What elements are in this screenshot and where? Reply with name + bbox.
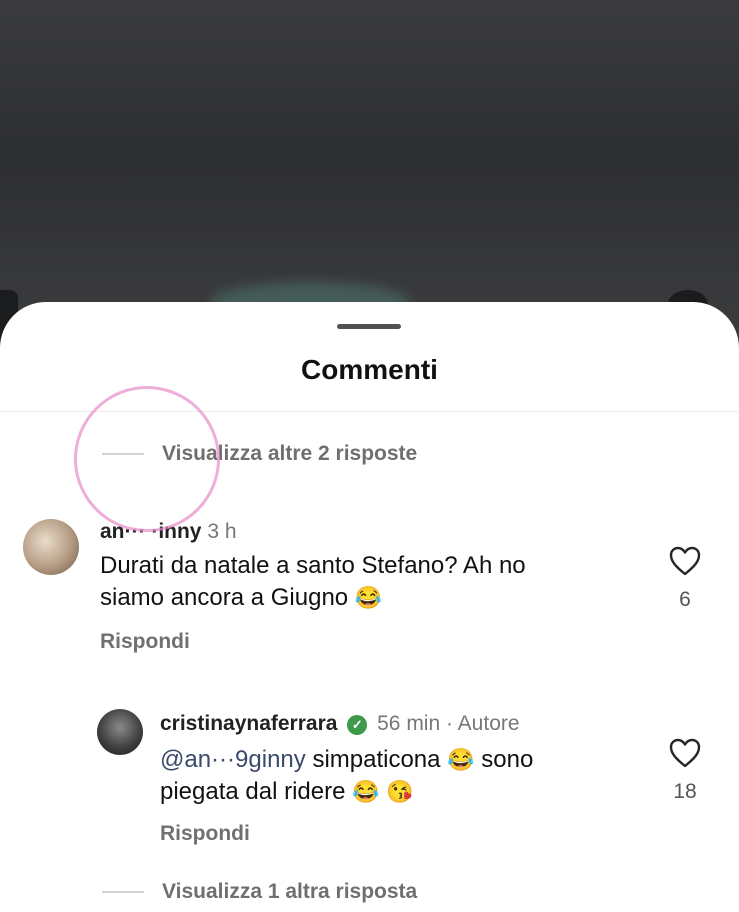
sheet-title: Commenti [301,354,438,385]
reply-button[interactable]: Rispondi [160,822,250,846]
heart-outline-icon [669,546,701,576]
mention-link[interactable]: @an···9ginny [160,746,306,773]
author-tag: · Autore [446,712,520,735]
sheet-drag-handle[interactable] [337,324,401,329]
view-more-replies-label: Visualizza 1 altra risposta [162,880,418,903]
laughing-emoji: 😂 [352,779,380,804]
comment-username[interactable]: cristinaynaferrara ✓ 56 min · Autore [160,712,520,736]
verified-badge-icon: ✓ [347,715,368,735]
comment-line-2: siamo ancora a Giugno 😂 [100,582,526,614]
avatar[interactable] [23,519,79,575]
like-button[interactable]: 18 [665,738,705,804]
like-count: 18 [673,780,697,803]
comment-line-2-text: siamo ancora a Giugno [100,584,349,611]
comment-line-2: piegata dal ridere 😂 😘 [160,776,533,808]
comment-text-part: simpaticona [312,746,441,773]
view-more-replies-bottom[interactable]: Visualizza 1 altra risposta [102,880,417,904]
comment-text: Durati da natale a santo Stefano? Ah no … [100,550,526,614]
like-button[interactable]: 6 [665,546,705,612]
replies-line [102,891,144,893]
comment-timestamp: 56 min [377,712,441,735]
laughing-emoji: 😂 [447,747,475,772]
comment-line-1: Durati da natale a santo Stefano? Ah no [100,552,526,579]
username-text: cristinaynaferrara [160,712,338,735]
laughing-emoji: 😂 [354,585,383,610]
avatar[interactable] [97,709,143,755]
comment-timestamp: 3 h [207,520,237,543]
comment-line-1: @an···9ginny simpaticona 😂 sono [160,744,533,776]
heart-outline-icon [669,738,701,768]
like-count: 6 [679,588,691,611]
comments-sheet: Commenti Visualizza altre 2 risposte an·… [0,302,739,912]
comment-line-2-text: piegata dal ridere [160,778,346,805]
kiss-emoji: 😘 [386,779,414,804]
reply-button[interactable]: Rispondi [100,630,190,654]
comment-text-part: sono [481,746,534,773]
comment-text: @an···9ginny simpaticona 😂 sono piegata … [160,744,533,808]
